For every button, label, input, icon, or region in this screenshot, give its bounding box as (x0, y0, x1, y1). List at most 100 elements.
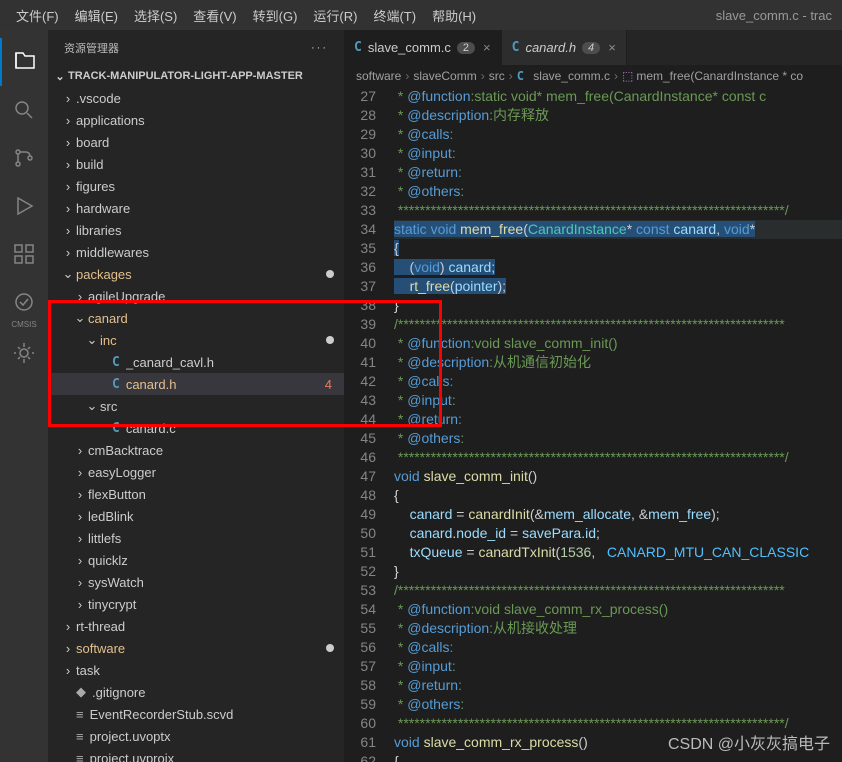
more-icon[interactable]: ··· (311, 42, 328, 54)
folder-item[interactable]: ›cmBacktrace (48, 439, 344, 461)
folder-item[interactable]: ⌄inc (48, 329, 344, 351)
code-line[interactable]: /***************************************… (394, 315, 842, 334)
breadcrumbs[interactable]: software›slaveComm›src›C slave_comm.c›⬚m… (344, 65, 842, 87)
file-item[interactable]: ≡project.uvoptx (48, 725, 344, 747)
folder-item[interactable]: ›software (48, 637, 344, 659)
folder-item[interactable]: ›middlewares (48, 241, 344, 263)
folder-item[interactable]: ›easyLogger (48, 461, 344, 483)
menu-item[interactable]: 选择(S) (126, 5, 185, 28)
close-icon[interactable]: × (608, 40, 616, 55)
run-debug-icon[interactable] (0, 182, 48, 230)
folder-item[interactable]: ›rt-thread (48, 615, 344, 637)
chevron-right-icon: › (72, 443, 88, 458)
folder-item[interactable]: ›build (48, 153, 344, 175)
code-line[interactable]: * @input: (394, 657, 842, 676)
extensions-icon[interactable] (0, 230, 48, 278)
folder-item[interactable]: ›libraries (48, 219, 344, 241)
file-item[interactable]: Ccanard.c (48, 417, 344, 439)
folder-item[interactable]: ›flexButton (48, 483, 344, 505)
folder-item[interactable]: ›ledBlink (48, 505, 344, 527)
folder-item[interactable]: ›task (48, 659, 344, 681)
code-line[interactable]: * @return: (394, 410, 842, 429)
code-line[interactable]: * @description:内存释放 (394, 106, 842, 125)
folder-item[interactable]: ›tinycrypt (48, 593, 344, 615)
folder-item[interactable]: ›quicklz (48, 549, 344, 571)
code-line[interactable]: * @calls: (394, 638, 842, 657)
menu-item[interactable]: 查看(V) (185, 5, 244, 28)
breadcrumb-item[interactable]: C slave_comm.c (517, 69, 610, 83)
project-header[interactable]: ⌄ TRACK-MANIPULATOR-LIGHT-APP-MASTER (48, 65, 344, 87)
code-line[interactable]: txQueue = canardTxInit(1536, CANARD_MTU_… (394, 543, 842, 562)
code-line[interactable]: } (394, 296, 842, 315)
menu-item[interactable]: 编辑(E) (67, 5, 126, 28)
folder-item[interactable]: ›sysWatch (48, 571, 344, 593)
file-item[interactable]: ≡EventRecorderStub.scvd (48, 703, 344, 725)
folder-item[interactable]: ›board (48, 131, 344, 153)
folder-item[interactable]: ›applications (48, 109, 344, 131)
folder-item[interactable]: ⌄canard (48, 307, 344, 329)
code-line[interactable]: canard.node_id = savePara.id; (394, 524, 842, 543)
code-line[interactable]: * @description:从机接收处理 (394, 619, 842, 638)
cmsis-icon[interactable] (0, 278, 48, 326)
code-line[interactable]: { (394, 239, 842, 258)
folder-item[interactable]: ⌄packages (48, 263, 344, 285)
code-line[interactable]: * @others: (394, 695, 842, 714)
folder-item[interactable]: ⌄src (48, 395, 344, 417)
code-line[interactable]: canard = canardInit(&mem_allocate, &mem_… (394, 505, 842, 524)
folder-item[interactable]: ›littlefs (48, 527, 344, 549)
code-line[interactable]: * @others: (394, 182, 842, 201)
breadcrumb-item[interactable]: src (489, 69, 505, 83)
code-line[interactable]: * @function:void slave_comm_rx_process() (394, 600, 842, 619)
code-line[interactable]: static void mem_free(CanardInstance* con… (394, 220, 842, 239)
code-line[interactable]: rt_free(pointer); (394, 277, 842, 296)
debug-alt-icon[interactable] (0, 329, 48, 377)
menu-item[interactable]: 终端(T) (365, 5, 424, 28)
tree-item-label: flexButton (88, 487, 344, 502)
breadcrumb-item[interactable]: ⬚mem_free(CanardInstance * co (622, 69, 803, 83)
chevron-right-icon: › (72, 289, 88, 304)
code-line[interactable]: * @function:void slave_comm_init() (394, 334, 842, 353)
folder-item[interactable]: ›figures (48, 175, 344, 197)
file-item[interactable]: ◆.gitignore (48, 681, 344, 703)
folder-item[interactable]: ›hardware (48, 197, 344, 219)
code-line[interactable]: * @return: (394, 676, 842, 695)
source-control-icon[interactable] (0, 134, 48, 182)
code-line[interactable]: { (394, 486, 842, 505)
explorer-icon[interactable] (0, 38, 48, 86)
code-line[interactable]: void slave_comm_init() (394, 467, 842, 486)
breadcrumb-item[interactable]: software (356, 69, 401, 83)
close-icon[interactable]: × (483, 40, 491, 55)
code-line[interactable]: * @description:从机通信初始化 (394, 353, 842, 372)
menu-item[interactable]: 帮助(H) (424, 5, 484, 28)
code-line[interactable]: * @return: (394, 163, 842, 182)
chevron-right-icon: › (72, 597, 88, 612)
code-line[interactable]: ****************************************… (394, 448, 842, 467)
tree-item-label: cmBacktrace (88, 443, 344, 458)
breadcrumb-item[interactable]: slaveComm (413, 69, 476, 83)
file-item[interactable]: Ccanard.h4 (48, 373, 344, 395)
code-lines[interactable]: * @function:static void* mem_free(Canard… (394, 87, 842, 762)
file-item[interactable]: ≡project.uvprojx (48, 747, 344, 762)
modified-dot-icon (326, 336, 334, 344)
code-line[interactable]: } (394, 562, 842, 581)
menu-item[interactable]: 运行(R) (305, 5, 365, 28)
chevron-right-icon: › (72, 487, 88, 502)
file-item[interactable]: C_canard_cavl.h (48, 351, 344, 373)
editor-tab[interactable]: Cslave_comm.c2× (344, 30, 502, 65)
menu-item[interactable]: 文件(F) (8, 5, 67, 28)
code-line[interactable]: * @calls: (394, 372, 842, 391)
code-line[interactable]: (void) canard; (394, 258, 842, 277)
folder-item[interactable]: ›.vscode (48, 87, 344, 109)
code-line[interactable]: /***************************************… (394, 581, 842, 600)
folder-item[interactable]: ›agileUpgrade (48, 285, 344, 307)
code-line[interactable]: ****************************************… (394, 201, 842, 220)
code-line[interactable]: * @others: (394, 429, 842, 448)
code-line[interactable]: * @function:static void* mem_free(Canard… (394, 87, 842, 106)
code-line[interactable]: * @input: (394, 144, 842, 163)
menu-item[interactable]: 转到(G) (245, 5, 306, 28)
code-editor[interactable]: 2728293031323334353637383940414243444546… (344, 87, 842, 762)
code-line[interactable]: * @calls: (394, 125, 842, 144)
search-icon[interactable] (0, 86, 48, 134)
code-line[interactable]: * @input: (394, 391, 842, 410)
editor-tab[interactable]: Ccanard.h4× (502, 30, 627, 65)
